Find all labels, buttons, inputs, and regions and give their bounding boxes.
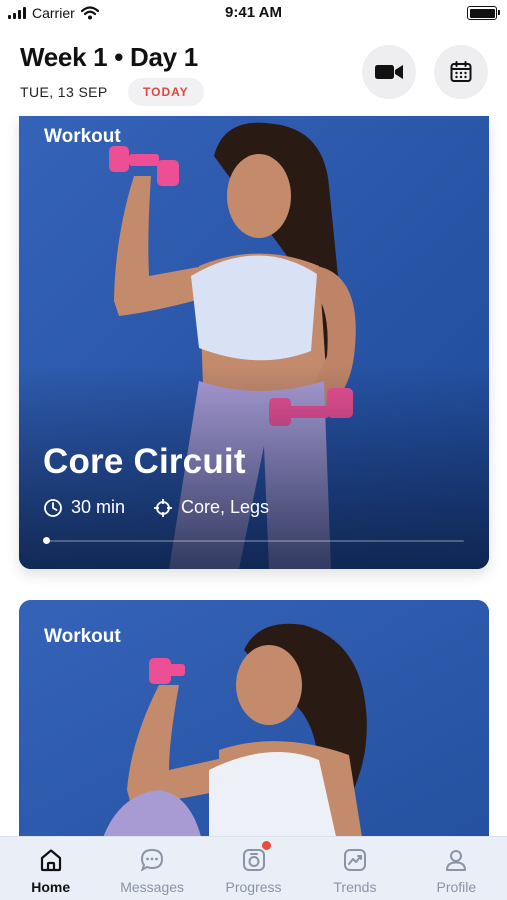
workout-progress-bar	[43, 537, 464, 544]
focus-meta: Core, Legs	[153, 497, 269, 518]
tab-bar: Home Messages Progress Trends Profile	[0, 836, 507, 900]
tab-label: Progress	[225, 879, 282, 895]
tab-profile[interactable]: Profile	[406, 837, 507, 900]
notification-badge	[261, 841, 271, 850]
video-camera-icon	[375, 65, 403, 79]
card-category-label: Workout	[44, 126, 121, 147]
trends-icon	[343, 849, 366, 871]
tab-label: Messages	[120, 879, 185, 895]
battery-icon	[467, 6, 500, 20]
tab-progress[interactable]: Progress	[203, 837, 304, 900]
status-bar: Carrier 9:41 AM	[0, 0, 507, 26]
profile-icon	[446, 850, 467, 871]
tab-label: Home	[31, 879, 71, 895]
home-icon	[40, 849, 61, 872]
today-badge[interactable]: TODAY	[128, 78, 204, 106]
tab-label: Profile	[436, 879, 477, 895]
workout-card-2[interactable]: Workout	[19, 600, 489, 850]
card-title: Core Circuit	[43, 442, 246, 481]
tab-home[interactable]: Home	[0, 837, 101, 900]
progress-icon	[242, 849, 265, 871]
video-button[interactable]	[362, 45, 416, 99]
date-label: TUE, 13 SEP	[20, 84, 108, 100]
target-icon	[154, 498, 172, 517]
duration-label: 30 min	[71, 497, 126, 517]
card-category-label: Workout	[44, 626, 121, 647]
page-title: Week 1 • Day 1	[20, 42, 198, 72]
progress-indicator	[43, 537, 50, 544]
calendar-icon	[450, 61, 472, 82]
focus-label: Core, Legs	[181, 497, 270, 517]
tab-trends[interactable]: Trends	[304, 837, 405, 900]
calendar-button[interactable]	[434, 45, 488, 99]
header: Week 1 • Day 1 TUE, 13 SEP TODAY	[0, 26, 507, 118]
status-time: 9:41 AM	[225, 4, 282, 21]
tab-messages[interactable]: Messages	[101, 837, 202, 900]
duration-meta: 30 min	[43, 497, 125, 518]
workout-card-core-circuit[interactable]: Workout Core Circuit 30 min Core, Legs	[19, 116, 489, 569]
clock-icon	[44, 498, 62, 517]
tab-label: Trends	[333, 879, 377, 895]
messages-icon	[140, 848, 164, 872]
